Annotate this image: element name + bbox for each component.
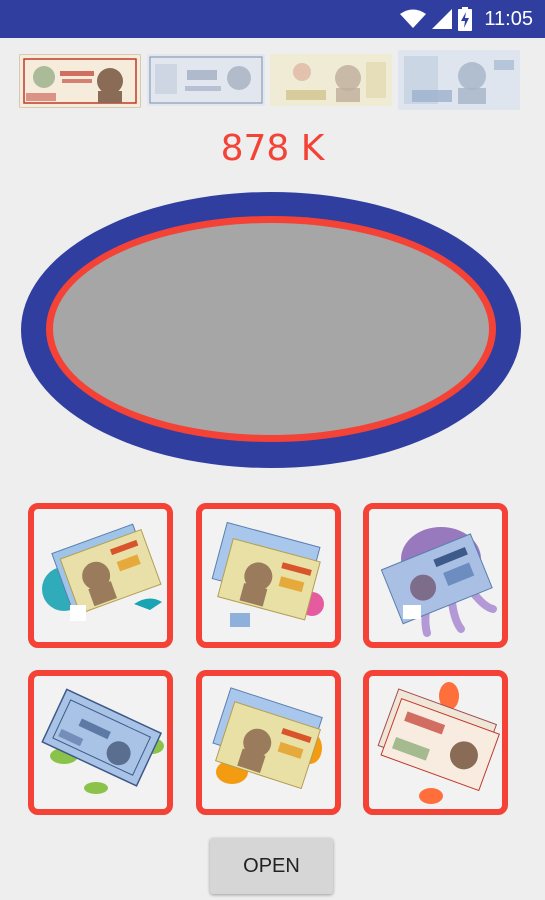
money-tile-6[interactable]	[363, 670, 508, 815]
money-bundle-image	[41, 688, 164, 794]
money-bundle-image	[377, 682, 500, 804]
wifi-icon	[400, 9, 427, 28]
status-time: 11:05	[484, 7, 533, 30]
money-bundle-image	[380, 527, 497, 637]
open-button[interactable]: OPEN	[210, 838, 333, 894]
banknote-2000[interactable]	[19, 54, 141, 108]
money-bundle-image	[212, 687, 323, 790]
money-tile-1[interactable]	[28, 503, 173, 648]
signal-icon	[432, 9, 453, 29]
money-tile-5[interactable]	[196, 670, 341, 815]
status-icons: 11:05	[400, 6, 533, 32]
status-bar: 11:05	[0, 0, 545, 38]
money-bundle-image	[211, 521, 324, 627]
total-amount: 878 K	[220, 128, 325, 169]
banknote-5000[interactable]	[147, 54, 265, 106]
banknote-2000-image	[20, 55, 140, 107]
oval-display-area[interactable]	[53, 223, 489, 435]
battery-charging-icon	[458, 7, 473, 31]
banknote-10000-image	[270, 54, 392, 106]
money-tile-4[interactable]	[28, 670, 173, 815]
money-tile-3[interactable]	[363, 503, 508, 648]
banknote-5000-image	[147, 54, 265, 106]
money-tile-2[interactable]	[196, 503, 341, 648]
banknote-20000-image	[398, 50, 520, 110]
banknote-selector	[0, 50, 545, 112]
banknote-20000[interactable]	[398, 50, 520, 110]
money-bundle-image	[42, 523, 162, 621]
banknote-10000[interactable]	[270, 54, 392, 106]
